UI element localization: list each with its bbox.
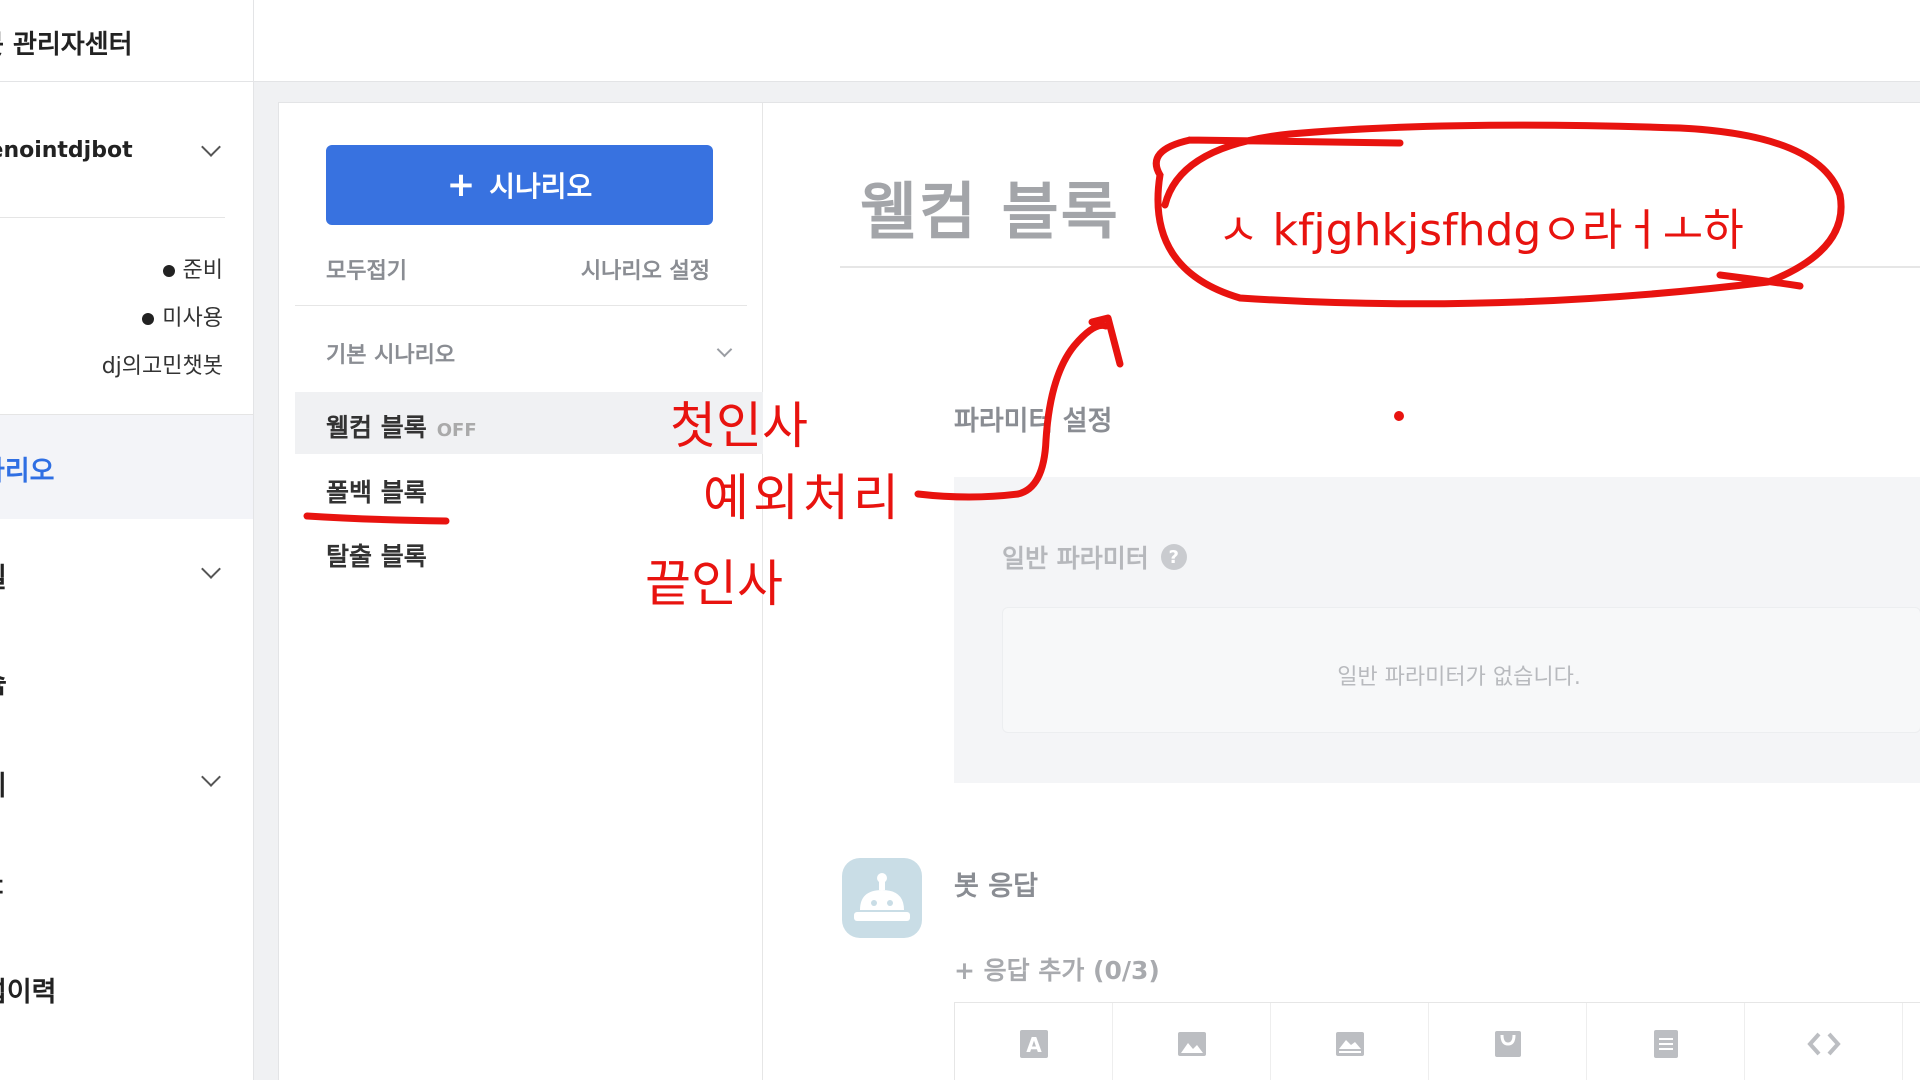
no-params-text: 일반 파라미터가 없습니다. — [1337, 665, 1581, 690]
annotation-first-greeting: 첫인사 — [670, 397, 808, 455]
brand-area: 봇 관리자센터 — [0, 0, 254, 82]
bot-selector[interactable]: tenointdjbot — [0, 132, 253, 182]
block-label-exit: 탈출 블록 — [326, 542, 427, 571]
response-type-commerce[interactable] — [1429, 1003, 1587, 1080]
scribble-text: ㅅ kfjghkjsfhdgㅇ라ㅓㅗ하 — [1218, 205, 1744, 256]
param-section-title: 파라미터 설정 — [954, 406, 1113, 437]
block-label-welcome: 웰컴 블록 OFF — [326, 408, 477, 444]
status-dot-icon — [162, 265, 175, 277]
code-icon — [1806, 1032, 1841, 1056]
list-icon — [1653, 1030, 1678, 1058]
add-response-button[interactable]: + 응답 추가 (0/3) — [954, 951, 1160, 987]
chevron-down-icon — [201, 137, 221, 157]
top-bar: 봇 관리자센터 — [0, 0, 1920, 82]
sidebar-item-2[interactable]: 슘 — [0, 662, 7, 701]
bot-name: tenointdjbot — [0, 138, 133, 163]
commerce-icon — [1494, 1031, 1521, 1057]
scenario-settings-link[interactable]: 시나리오 설정 — [581, 253, 710, 285]
help-icon[interactable]: ? — [1160, 544, 1187, 570]
response-type-list[interactable] — [1587, 1003, 1745, 1080]
bot-avatar — [842, 858, 922, 938]
sidebar-item-5[interactable]: 섭이력 — [0, 970, 57, 1009]
annotation-end-greeting: 끝인사 — [645, 555, 783, 613]
app-title: 봇 관리자센터 — [0, 30, 133, 60]
response-type-bar: A — [954, 1002, 1920, 1080]
sidebar-item-1[interactable]: 릴 — [0, 556, 7, 595]
image-icon — [1177, 1032, 1206, 1056]
chevron-down-icon — [201, 559, 221, 579]
sidebar-item-scenario[interactable]: 나리오 — [0, 415, 253, 519]
bot-description: dj의고민챗봇 — [101, 354, 223, 379]
sidebar-item-4[interactable]: ㄷ — [0, 866, 7, 905]
text-icon: A — [1019, 1030, 1048, 1058]
status-ready: 준비 — [162, 252, 223, 284]
chevron-down-icon[interactable] — [716, 341, 733, 358]
add-scenario-label: 시나리오 — [489, 170, 593, 203]
param-box: 일반 파라미터 ? 일반 파라미터가 없습니다. — [954, 477, 1920, 783]
scenario-group-header[interactable]: 기본 시나리오 — [326, 337, 455, 369]
robot-icon — [854, 873, 910, 921]
chevron-down-icon — [201, 767, 221, 787]
general-params-header: 일반 파라미터 ? — [1002, 539, 1187, 575]
sidebar-item-label: 나리오 — [0, 456, 55, 487]
response-type-card[interactable] — [1271, 1003, 1429, 1080]
status-unused: 미사용 — [142, 300, 223, 332]
svg-text:A: A — [1026, 1033, 1042, 1057]
block-name: 웰컴 블록 — [326, 413, 427, 442]
divider — [0, 217, 225, 218]
general-params-label: 일반 파라미터 — [1002, 544, 1149, 573]
card-icon — [1335, 1032, 1364, 1056]
bot-response-title: 봇 응답 — [954, 871, 1038, 902]
add-scenario-button[interactable]: + 시나리오 — [326, 145, 713, 225]
status-unused-label: 미사용 — [162, 306, 223, 331]
response-type-code[interactable] — [1745, 1003, 1903, 1080]
collapse-all-link[interactable]: 모두접기 — [326, 253, 407, 285]
block-item-fallback[interactable]: 폴백 블록 — [295, 457, 763, 519]
response-type-image[interactable] — [1113, 1003, 1271, 1080]
block-label-fallback: 폴백 블록 — [326, 478, 427, 507]
sidebar-item-3[interactable]: 취 — [0, 764, 7, 803]
off-badge: OFF — [436, 420, 477, 441]
left-sidebar: tenointdjbot 준비 미사용 dj의고민챗봇 나리오 릴 슘 취 ㄷ … — [0, 82, 254, 1080]
divider — [295, 305, 747, 306]
annotation-exception: 예외처리 — [703, 469, 903, 527]
status-dot-icon — [142, 313, 155, 325]
block-title[interactable]: 웰컴 블록 — [860, 161, 1120, 251]
divider — [840, 266, 1920, 268]
status-ready-label: 준비 — [182, 258, 223, 283]
response-type-text[interactable]: A — [955, 1003, 1113, 1080]
plus-icon: + — [446, 165, 476, 205]
